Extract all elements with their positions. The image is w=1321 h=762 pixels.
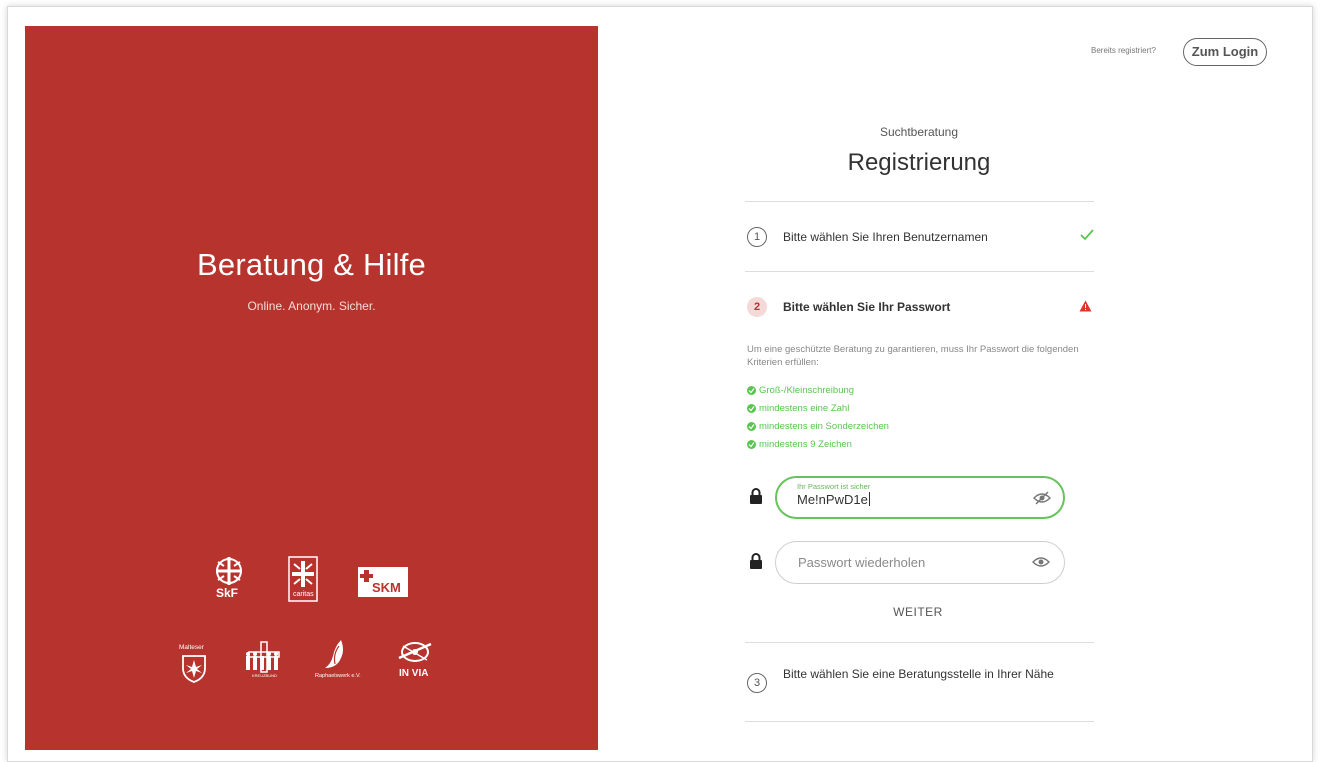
criterion-text: mindestens 9 Zeichen — [759, 439, 852, 450]
step-3-number: 3 — [747, 673, 767, 693]
brand-title: Beratung & Hilfe — [197, 247, 426, 282]
skf-logo: SkF — [212, 556, 246, 602]
brand-tagline: Online. Anonym. Sicher. — [247, 299, 376, 313]
criterion-item: mindestens ein Sonderzeichen — [747, 420, 889, 438]
raphaelswerk-logo: Raphaelswerk e.V. — [315, 638, 361, 679]
invia-logo-text: IN VIA — [399, 668, 429, 679]
password-info: Um eine geschützte Beratung zu garantier… — [747, 344, 1079, 368]
warning-icon — [1079, 300, 1092, 312]
criterion-text: Groß-/Kleinschreibung — [759, 385, 855, 396]
lock-icon — [750, 553, 762, 569]
step-2-label: Bitte wählen Sie Ihr Passwort — [783, 300, 951, 314]
agency-name: Suchtberatung — [879, 125, 959, 139]
skf-logo-text: SkF — [216, 586, 239, 600]
check-circle-icon — [747, 440, 756, 449]
skm-logo: SKM — [358, 567, 408, 597]
caritas-logo: caritas — [288, 556, 318, 602]
password-strength-label: Ihr Passwort ist sicher — [797, 482, 871, 491]
password-field[interactable]: Ihr Passwort ist sicher Me!nPwD1e — [775, 476, 1065, 519]
check-circle-icon — [747, 386, 756, 395]
step-3-label: Bitte wählen Sie eine Beratungsstelle in… — [783, 667, 1054, 681]
step-1-number: 1 — [747, 227, 767, 247]
checkmark-icon — [1080, 229, 1094, 241]
password-criteria-list: Groß-/Kleinschreibung mindestens eine Za… — [747, 384, 889, 456]
invia-logo: IN VIA — [395, 638, 435, 679]
divider — [745, 721, 1094, 722]
eye-off-icon[interactable] — [1033, 491, 1051, 505]
kreuzbund-logo: KREUZBUND — [243, 640, 285, 680]
login-button[interactable]: Zum Login — [1183, 38, 1267, 66]
next-button[interactable]: WEITER — [868, 605, 968, 619]
criterion-item: mindestens 9 Zeichen — [747, 438, 889, 456]
skm-logo-text: SKM — [372, 580, 401, 595]
repeat-password-placeholder: Passwort wiederholen — [798, 555, 926, 570]
raphaelswerk-logo-text: Raphaelswerk e.V. — [315, 673, 361, 679]
divider — [745, 642, 1094, 643]
divider — [745, 201, 1094, 202]
criterion-text: mindestens ein Sonderzeichen — [759, 421, 889, 432]
kreuzbund-logo-text: KREUZBUND — [252, 673, 277, 678]
criterion-text: mindestens eine Zahl — [759, 403, 850, 414]
repeat-password-field[interactable]: Passwort wiederholen — [775, 541, 1065, 584]
malteser-logo-text: Malteser — [179, 644, 204, 651]
login-hint: Bereits registriert? — [1091, 46, 1156, 55]
branding-panel: Beratung & Hilfe Online. Anonym. Sicher.… — [25, 26, 598, 750]
check-circle-icon — [747, 422, 756, 431]
eye-icon[interactable] — [1032, 556, 1050, 568]
caritas-logo-text: caritas — [293, 591, 314, 598]
lock-icon — [750, 488, 762, 504]
page-title: Registrierung — [847, 149, 991, 176]
step-2-number: 2 — [747, 297, 767, 317]
password-input-value[interactable]: Me!nPwD1e — [797, 492, 870, 507]
step-1-label: Bitte wählen Sie Ihren Benutzernamen — [783, 230, 988, 244]
criterion-item: mindestens eine Zahl — [747, 402, 889, 420]
divider — [745, 271, 1094, 272]
check-circle-icon — [747, 404, 756, 413]
criterion-item: Groß-/Kleinschreibung — [747, 384, 889, 402]
